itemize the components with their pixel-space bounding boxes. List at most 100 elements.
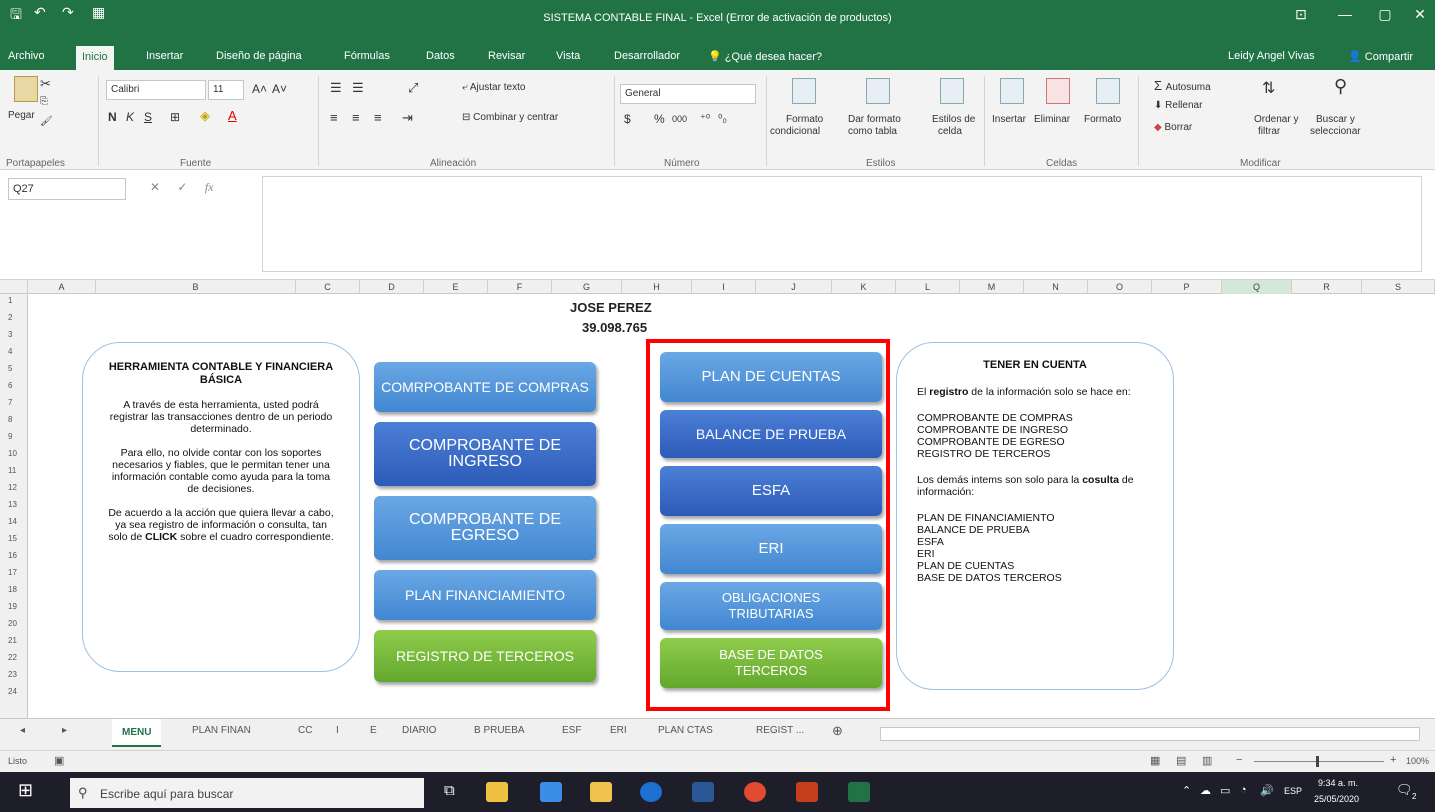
ribbon-display-icon[interactable]: ⊡ — [1286, 6, 1316, 23]
sheet-tab[interactable]: B PRUEBA — [474, 725, 525, 736]
row-header[interactable]: 6 — [0, 381, 28, 390]
borders-icon[interactable]: ⊞ — [170, 110, 180, 124]
store-icon[interactable] — [486, 782, 508, 802]
share-button[interactable]: 👤 Compartir — [1348, 50, 1413, 63]
column-header[interactable]: G — [552, 280, 622, 294]
sheet-tab[interactable]: PLAN CTAS — [658, 725, 713, 736]
tab-insertar[interactable]: Insertar — [146, 50, 183, 62]
delete-button[interactable]: Eliminar — [1034, 114, 1070, 125]
tell-me-search[interactable]: 💡 ¿Qué desea hacer? — [708, 50, 822, 63]
column-header[interactable]: R — [1292, 280, 1362, 294]
cell-styles-line2[interactable]: celda — [938, 126, 962, 137]
file-explorer-icon[interactable] — [590, 782, 612, 802]
decrease-decimal-icon[interactable]: ⁰₀ — [718, 112, 727, 125]
row-header[interactable]: 15 — [0, 534, 28, 543]
column-header[interactable]: K — [832, 280, 896, 294]
row-header[interactable]: 7 — [0, 398, 28, 407]
row-header[interactable]: 13 — [0, 500, 28, 509]
font-color-icon[interactable]: A — [228, 108, 237, 123]
function-icon[interactable]: fx — [205, 180, 214, 194]
merge-center-button[interactable]: ⊟ Combinar y centrar — [462, 112, 558, 123]
column-header[interactable]: P — [1152, 280, 1222, 294]
sort-filter-icon[interactable]: ⇅ — [1262, 78, 1275, 98]
sheet-tab[interactable]: CC — [298, 725, 312, 736]
column-header[interactable]: L — [896, 280, 960, 294]
row-header[interactable]: 14 — [0, 517, 28, 526]
row-header[interactable]: 10 — [0, 449, 28, 458]
find-line2[interactable]: seleccionar — [1310, 126, 1361, 137]
decrease-font-icon[interactable]: A˅ — [272, 82, 287, 96]
column-header[interactable]: H — [622, 280, 692, 294]
format-painter-icon[interactable]: 🖌 — [40, 116, 53, 127]
windows-start-icon[interactable]: ⊞ — [18, 780, 33, 801]
zoom-slider[interactable] — [1254, 761, 1384, 762]
battery-icon[interactable]: ▭ — [1220, 784, 1230, 797]
column-header[interactable]: B — [96, 280, 296, 294]
format-button[interactable]: Formato — [1084, 114, 1121, 125]
page-layout-icon[interactable]: ▤ — [1176, 754, 1186, 767]
tab-formulas[interactable]: Fórmulas — [344, 50, 390, 62]
row-header[interactable]: 11 — [0, 466, 28, 475]
sort-line2[interactable]: filtrar — [1258, 126, 1280, 137]
format-table-line1[interactable]: Dar formato — [848, 114, 901, 125]
row-header[interactable]: 9 — [0, 432, 28, 441]
bold-button[interactable]: N — [108, 110, 117, 124]
increase-font-icon[interactable]: A˄ — [252, 82, 267, 96]
zoom-in-icon[interactable]: + — [1390, 754, 1396, 766]
insert-button[interactable]: Insertar — [992, 114, 1026, 125]
cell-styles-icon[interactable] — [940, 78, 964, 104]
sheet-tab[interactable]: DIARIO — [402, 725, 436, 736]
paste-button[interactable]: Pegar — [8, 110, 35, 121]
tab-vista[interactable]: Vista — [556, 50, 580, 62]
btn-comprobante-ingreso[interactable]: COMPROBANTE DE INGRESO — [374, 422, 596, 486]
sheet-tab[interactable]: E — [370, 725, 377, 736]
btn-registro-terceros[interactable]: REGISTRO DE TERCEROS — [374, 630, 596, 682]
notification-icon[interactable]: 🗨 — [1396, 782, 1413, 798]
select-all-corner[interactable] — [0, 280, 28, 294]
tray-chevron-icon[interactable]: ⌃ — [1182, 784, 1191, 797]
indent-icon[interactable]: ⇥ — [402, 110, 413, 126]
column-header[interactable]: O — [1088, 280, 1152, 294]
clipboard-icon[interactable] — [14, 76, 38, 102]
zoom-out-icon[interactable]: − — [1236, 754, 1242, 766]
powerpoint-icon[interactable] — [796, 782, 818, 802]
row-header[interactable]: 20 — [0, 619, 28, 628]
language-indicator[interactable]: ESP — [1284, 786, 1302, 796]
tab-datos[interactable]: Datos — [426, 50, 455, 62]
cond-format-line2[interactable]: condicional — [770, 126, 820, 137]
sheet-tab[interactable]: ERI — [610, 725, 627, 736]
fill-color-icon[interactable]: ◈ — [200, 108, 210, 124]
maximize-icon[interactable]: ▢ — [1370, 6, 1400, 23]
thousands-button[interactable]: 000 — [672, 114, 687, 124]
word-icon[interactable] — [692, 782, 714, 802]
confirm-icon[interactable]: ✓ — [177, 180, 187, 194]
chrome-icon[interactable] — [744, 782, 766, 802]
sheet-tab[interactable]: ESF — [562, 725, 581, 736]
zoom-slider-thumb[interactable] — [1316, 756, 1319, 767]
italic-button[interactable]: K — [126, 110, 134, 124]
sort-line1[interactable]: Ordenar y — [1254, 114, 1298, 125]
format-cells-icon[interactable] — [1096, 78, 1120, 104]
column-header[interactable]: S — [1362, 280, 1435, 294]
column-header[interactable]: M — [960, 280, 1024, 294]
tab-archivo[interactable]: Archivo — [8, 50, 45, 62]
column-header[interactable]: Q — [1222, 280, 1292, 294]
fill-button[interactable]: ⬇ Rellenar — [1154, 100, 1202, 111]
column-header[interactable]: J — [756, 280, 832, 294]
macro-record-icon[interactable]: ▣ — [54, 754, 64, 767]
row-header[interactable]: 8 — [0, 415, 28, 424]
cell-styles-line1[interactable]: Estilos de — [932, 114, 975, 125]
row-header[interactable]: 18 — [0, 585, 28, 594]
delete-cells-icon[interactable] — [1046, 78, 1070, 104]
formula-input[interactable] — [262, 176, 1422, 272]
taskbar-search[interactable]: ⚲ Escribe aquí para buscar — [70, 778, 424, 808]
sheet-tab[interactable]: I — [336, 725, 339, 736]
percent-button[interactable]: % — [654, 112, 665, 126]
row-header[interactable]: 5 — [0, 364, 28, 373]
add-sheet-icon[interactable]: ⊕ — [832, 723, 843, 739]
row-header[interactable]: 12 — [0, 483, 28, 492]
row-header[interactable]: 3 — [0, 330, 28, 339]
row-header[interactable]: 17 — [0, 568, 28, 577]
page-break-icon[interactable]: ▥ — [1202, 754, 1212, 767]
minimize-icon[interactable]: — — [1330, 6, 1360, 22]
